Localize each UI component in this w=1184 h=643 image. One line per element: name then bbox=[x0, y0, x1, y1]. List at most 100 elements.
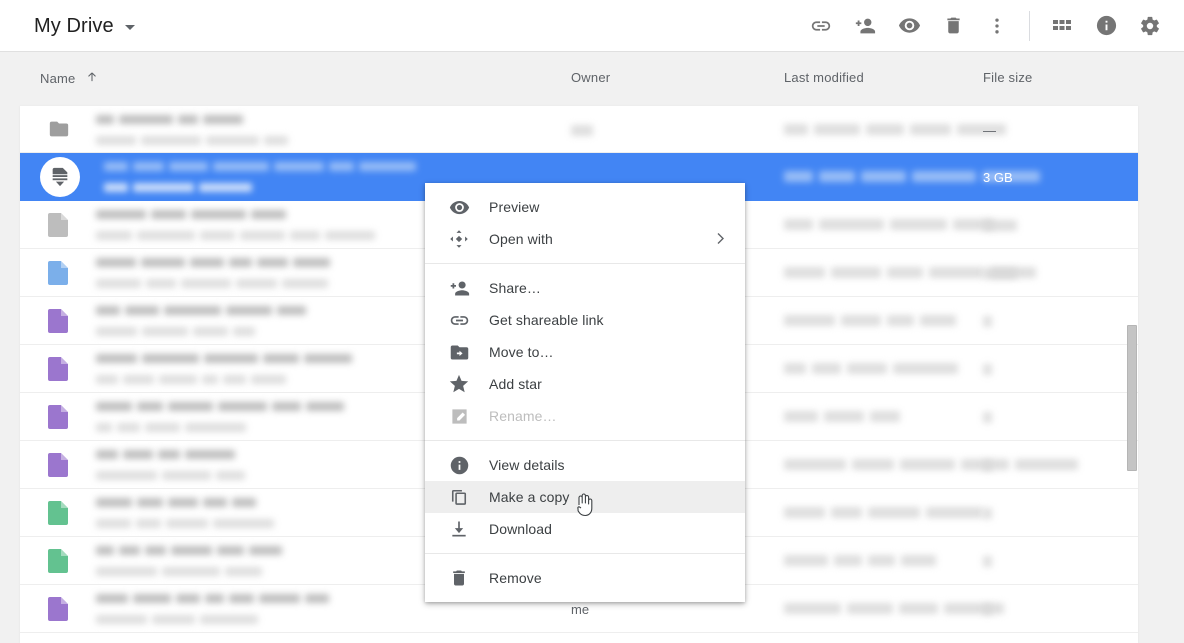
link-icon bbox=[447, 308, 471, 332]
file-size-redacted bbox=[983, 268, 1017, 279]
file-name-redacted bbox=[96, 111, 293, 150]
cell-file-size bbox=[983, 585, 992, 633]
slides-icon bbox=[48, 597, 72, 621]
cell-last-modified bbox=[784, 393, 906, 441]
file-name-blur-line bbox=[96, 563, 287, 581]
menu-item-label: Open with bbox=[489, 231, 553, 247]
column-header-name[interactable]: Name bbox=[40, 70, 99, 87]
menu-item-get-shareable-link[interactable]: Get shareable link bbox=[425, 304, 745, 336]
file-name-redacted bbox=[96, 350, 357, 389]
selected-file-badge bbox=[40, 157, 80, 197]
column-header-file-size[interactable]: File size bbox=[983, 70, 1032, 85]
file-size-redacted bbox=[983, 220, 1017, 231]
copy-icon bbox=[447, 485, 471, 509]
owner-value: me bbox=[571, 602, 589, 617]
menu-item-view-details[interactable]: View details bbox=[425, 449, 745, 481]
file-name-blur-line bbox=[96, 590, 334, 608]
menu-item-preview[interactable]: Preview bbox=[425, 191, 745, 223]
menu-item-label: View details bbox=[489, 457, 565, 473]
file-name-blur-line bbox=[96, 371, 357, 389]
link-icon[interactable] bbox=[799, 4, 843, 48]
trash-icon[interactable] bbox=[931, 4, 975, 48]
file-name-blur-line bbox=[96, 227, 380, 245]
cell-last-modified bbox=[784, 585, 1010, 633]
file-name-blur-line bbox=[96, 398, 349, 416]
eye-icon bbox=[447, 195, 471, 219]
cell-file-size: 3 GB bbox=[983, 153, 1013, 201]
gear-icon[interactable] bbox=[1128, 4, 1172, 48]
menu-item-remove[interactable]: Remove bbox=[425, 562, 745, 594]
cell-name bbox=[20, 106, 293, 154]
last-modified-redacted bbox=[784, 600, 1010, 618]
file-name-blur-line bbox=[96, 132, 293, 150]
menu-item-add-star[interactable]: Add star bbox=[425, 368, 745, 400]
trash-icon bbox=[447, 566, 471, 590]
column-header-inner: Name Owner Last modified File size bbox=[20, 52, 1138, 105]
cell-owner bbox=[571, 106, 593, 154]
vertical-scrollbar[interactable] bbox=[1126, 105, 1138, 643]
add-person-icon[interactable] bbox=[843, 4, 887, 48]
cell-name bbox=[20, 249, 335, 297]
slides-icon bbox=[48, 405, 72, 429]
column-header-owner[interactable]: Owner bbox=[571, 70, 610, 85]
file-size-value: 3 GB bbox=[983, 170, 1013, 185]
file-size-redacted bbox=[983, 556, 992, 567]
file-size-redacted bbox=[983, 508, 992, 519]
eye-icon[interactable] bbox=[887, 4, 931, 48]
menu-item-make-a-copy[interactable]: Make a copy bbox=[425, 481, 745, 513]
move-to-icon bbox=[447, 340, 471, 364]
cell-name bbox=[20, 297, 311, 345]
folder-icon bbox=[48, 118, 72, 142]
cell-name bbox=[20, 489, 279, 537]
cell-file-size bbox=[983, 489, 992, 537]
last-modified-redacted bbox=[784, 312, 962, 330]
menu-item-label: Add star bbox=[489, 376, 542, 392]
grid-apps-icon[interactable] bbox=[1040, 4, 1084, 48]
my-drive-breadcrumb[interactable]: My Drive bbox=[34, 14, 135, 38]
more-vert-icon[interactable] bbox=[975, 4, 1019, 48]
column-header-name-label: Name bbox=[40, 71, 75, 86]
caret-down-icon[interactable] bbox=[125, 25, 135, 30]
menu-separator bbox=[425, 553, 745, 554]
scrollbar-thumb[interactable] bbox=[1127, 325, 1137, 471]
table-row[interactable]: — bbox=[20, 105, 1138, 153]
file-name-blur-line bbox=[96, 494, 279, 512]
page-title: My Drive bbox=[34, 14, 114, 38]
cell-last-modified bbox=[784, 106, 1012, 154]
file-name-blur-line bbox=[96, 302, 311, 320]
cell-file-size bbox=[983, 345, 992, 393]
info-icon[interactable] bbox=[1084, 4, 1128, 48]
cell-name bbox=[20, 201, 380, 249]
file-name-blur-line bbox=[96, 419, 349, 437]
menu-item-label: Get shareable link bbox=[489, 312, 604, 328]
slides-icon bbox=[48, 357, 72, 381]
cell-last-modified bbox=[784, 441, 1084, 489]
menu-item-share[interactable]: Share… bbox=[425, 272, 745, 304]
file-name-redacted bbox=[96, 446, 250, 485]
cell-file-size bbox=[983, 249, 1017, 297]
cell-name bbox=[20, 153, 421, 201]
rename-icon bbox=[447, 404, 471, 428]
toolbar-actions bbox=[799, 4, 1172, 48]
star-icon bbox=[447, 372, 471, 396]
file-name-blur-line bbox=[96, 467, 250, 485]
menu-item-download[interactable]: Download bbox=[425, 513, 745, 545]
file-name-blur-line bbox=[104, 158, 421, 176]
menu-item-move-to[interactable]: Move to… bbox=[425, 336, 745, 368]
sheets-icon bbox=[48, 549, 72, 573]
file-name-blur-line bbox=[96, 350, 357, 368]
column-header-last-modified[interactable]: Last modified bbox=[784, 70, 864, 85]
cell-name bbox=[20, 585, 334, 633]
slides-icon bbox=[48, 309, 72, 333]
file-size-redacted bbox=[983, 364, 992, 375]
cell-last-modified bbox=[784, 345, 964, 393]
last-modified-redacted bbox=[784, 456, 1084, 474]
sheets-icon bbox=[48, 501, 72, 525]
file-name-blur-line bbox=[96, 542, 287, 560]
context-menu: Preview Open with Share… Get shareable link… bbox=[425, 183, 745, 602]
file-name-redacted bbox=[96, 302, 311, 341]
menu-item-open-with[interactable]: Open with bbox=[425, 223, 745, 255]
info-icon bbox=[447, 453, 471, 477]
last-modified-redacted bbox=[784, 408, 906, 426]
slides-icon bbox=[48, 453, 72, 477]
